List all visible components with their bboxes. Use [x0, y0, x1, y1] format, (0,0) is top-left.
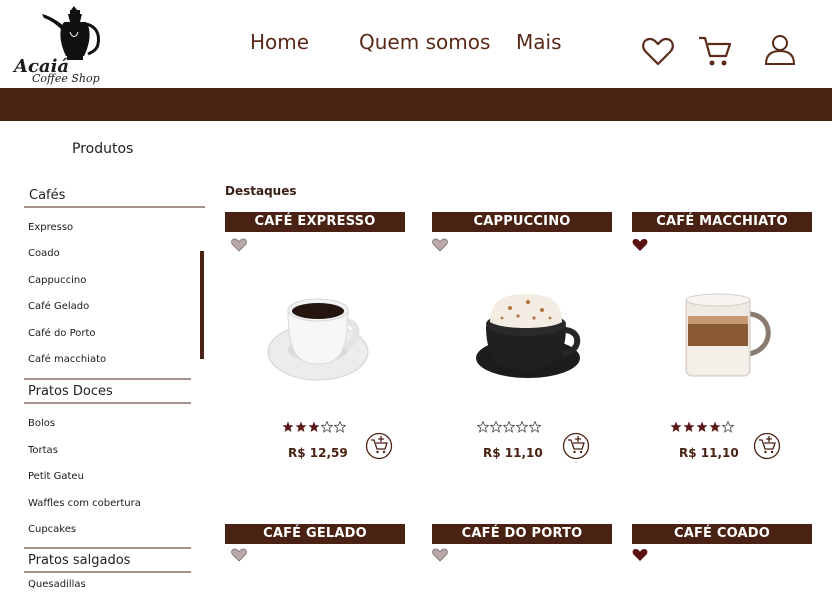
sidebar-item[interactable]: Cappuccino: [28, 275, 86, 286]
header-band: [0, 88, 832, 121]
star-filled-icon: [709, 421, 721, 432]
sidebar-item[interactable]: Coado: [28, 248, 60, 259]
divider: [24, 206, 205, 208]
divider: [24, 402, 191, 404]
espresso-cup-image[interactable]: [264, 290, 372, 386]
divider: [24, 378, 191, 380]
sidebar-item[interactable]: Tortas: [28, 445, 58, 456]
heart-icon[interactable]: [640, 34, 676, 70]
star-empty-icon: [503, 421, 515, 433]
heart-icon[interactable]: [432, 548, 448, 562]
sidebar-scrollbar[interactable]: [200, 251, 204, 359]
product-price: R$ 11,10: [483, 446, 543, 460]
sidebar-item[interactable]: Expresso: [28, 222, 73, 233]
heart-filled-icon[interactable]: [632, 238, 648, 252]
nav-about[interactable]: Quem somos: [359, 30, 490, 54]
star-empty-icon: [321, 421, 333, 433]
divider: [24, 571, 191, 573]
heart-icon[interactable]: [432, 238, 448, 252]
cart-plus-icon[interactable]: [562, 432, 590, 460]
star-filled-icon: [295, 421, 307, 432]
product-title[interactable]: CAFÉ DO PORTO: [432, 524, 612, 544]
cappuccino-cup-image[interactable]: [474, 290, 586, 384]
sidebar-item[interactable]: Café macchiato: [28, 354, 106, 365]
logo-subtext: Coffee Shop: [32, 72, 100, 85]
sidebar-item[interactable]: Petit Gateu: [28, 471, 84, 482]
star-empty-icon: [477, 421, 489, 433]
cart-icon[interactable]: [697, 34, 733, 70]
product-title[interactable]: CAPPUCCINO: [432, 212, 612, 232]
star-empty-icon: [490, 421, 502, 433]
star-empty-icon: [516, 421, 528, 433]
product-price: R$ 12,59: [288, 446, 348, 460]
sidebar-item[interactable]: Waffles com cobertura: [28, 498, 141, 509]
product-price: R$ 11,10: [679, 446, 739, 460]
nav-more[interactable]: Mais: [516, 30, 562, 54]
star-empty-icon: [722, 421, 734, 433]
rating-stars: [282, 421, 350, 435]
star-empty-icon: [334, 421, 346, 433]
product-title[interactable]: CAFÉ MACCHIATO: [632, 212, 812, 232]
heart-icon[interactable]: [231, 238, 247, 252]
product-title[interactable]: CAFÉ EXPRESSO: [225, 212, 405, 232]
product-title[interactable]: CAFÉ GELADO: [225, 524, 405, 544]
sidebar-item[interactable]: Café Gelado: [28, 301, 89, 312]
sidebar-item[interactable]: Café do Porto: [28, 328, 96, 339]
nav-home[interactable]: Home: [250, 30, 309, 54]
section-title: Destaques: [225, 184, 297, 198]
header: Acaiá Coffee Shop Home Quem somos Mais: [0, 0, 832, 88]
star-filled-icon: [670, 421, 682, 432]
star-filled-icon: [308, 421, 320, 432]
star-filled-icon: [282, 421, 294, 432]
rating-stars: [477, 421, 545, 435]
macchiato-glass-image[interactable]: [682, 292, 780, 380]
sidebar-item[interactable]: Bolos: [28, 418, 55, 429]
star-filled-icon: [696, 421, 708, 432]
product-title[interactable]: CAFÉ COADO: [632, 524, 812, 544]
rating-stars: [670, 421, 738, 435]
heart-filled-icon[interactable]: [632, 548, 648, 562]
user-icon[interactable]: [762, 32, 798, 68]
sidebar-item[interactable]: Quesadillas: [28, 579, 86, 590]
breadcrumb: Produtos: [72, 141, 134, 157]
sidebar-item[interactable]: Cupcakes: [28, 524, 76, 535]
sidebar-category-title[interactable]: Pratos salgados: [28, 553, 130, 568]
heart-icon[interactable]: [231, 548, 247, 562]
star-filled-icon: [683, 421, 695, 432]
divider: [24, 547, 191, 549]
cart-plus-icon[interactable]: [753, 432, 781, 460]
sidebar-category-title[interactable]: Pratos Doces: [28, 384, 113, 399]
sidebar-category-title[interactable]: Cafés: [29, 188, 65, 203]
cart-plus-icon[interactable]: [365, 432, 393, 460]
logo[interactable]: Acaiá Coffee Shop: [12, 4, 112, 88]
star-empty-icon: [529, 421, 541, 433]
